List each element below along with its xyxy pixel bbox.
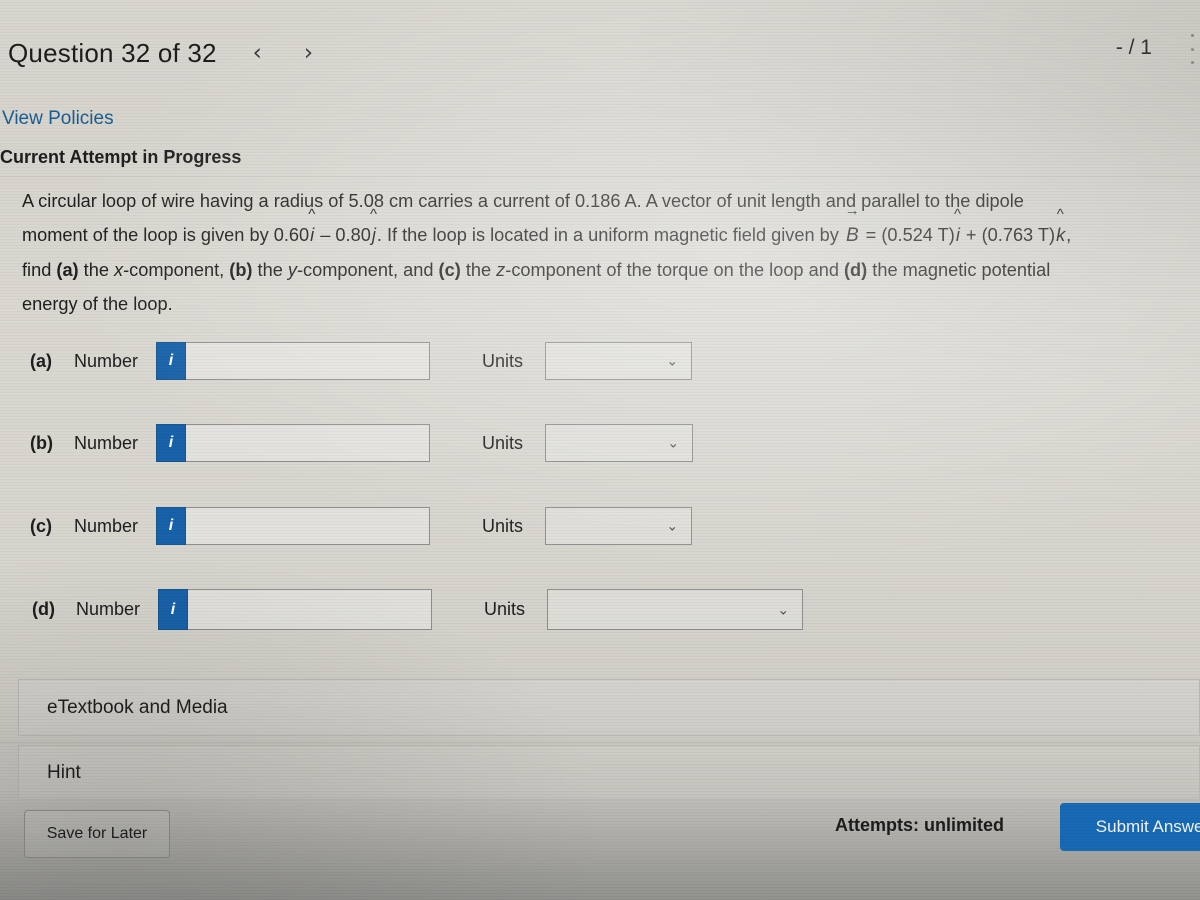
part-label-a: (a) (30, 350, 52, 371)
part-label-b: (b) (30, 432, 53, 453)
question-page: Question 32 of 32 ‹ › - / 1 View Policie… (0, 0, 1200, 900)
more-options-icon[interactable] (1186, 34, 1198, 64)
problem-line2-part-f: , (1066, 225, 1072, 245)
problem-line3-part-f: the (460, 260, 497, 280)
problem-line2-part-b: – 0.80 (315, 225, 371, 245)
info-icon-d[interactable]: i (158, 589, 189, 630)
units-label-d: Units (484, 599, 526, 619)
number-label-a: Number (74, 350, 139, 371)
chevron-down-icon-a: ⌄ (666, 352, 679, 369)
attempt-status-label: Current Attempt in Progress (0, 147, 242, 167)
part-label-c-inline: (c) (438, 260, 461, 280)
divider-mid (0, 742, 1200, 743)
question-header: Question 32 of 32 ‹ › (8, 38, 313, 69)
question-nav: ‹ › (253, 42, 313, 65)
part-label-d-inline: (d) (844, 260, 868, 280)
attempts-label: Attempts: unlimited (835, 815, 1004, 835)
units-select-d[interactable]: ⌄ (547, 589, 804, 630)
etextbook-and-media-panel[interactable]: eTextbook and Media (18, 679, 1200, 736)
problem-line-1: A circular loop of wire having a radius … (22, 191, 1024, 211)
number-input-c[interactable] (186, 507, 431, 545)
chevron-down-icon-b: ⌄ (667, 434, 680, 451)
unit-vector-i-icon: i (309, 218, 315, 252)
problem-line3-part-c: -component, (123, 260, 230, 280)
number-field-group-d: i (158, 589, 433, 630)
units-select-b[interactable]: ⌄ (545, 424, 694, 462)
problem-line3-part-e: -component, and (296, 260, 439, 280)
chevron-down-icon-c: ⌄ (666, 517, 679, 534)
unit-vector-i2-icon: i (955, 218, 961, 252)
number-field-group-c: i (156, 507, 431, 545)
part-label-d: (d) (32, 599, 55, 619)
problem-line3-part-a: find (22, 260, 57, 280)
problem-line-2: moment of the loop is given by 0.60i – 0… (22, 218, 1182, 253)
hint-label: Hint (47, 761, 81, 783)
etextbook-and-media-label: eTextbook and Media (47, 696, 228, 718)
score-display: - / 1 (1115, 36, 1152, 59)
units-select-c[interactable]: ⌄ (545, 507, 693, 545)
number-input-a[interactable] (186, 342, 431, 380)
units-select-a[interactable]: ⌄ (545, 342, 693, 380)
number-field-group-b: i (156, 424, 431, 462)
axis-x-inline: x (114, 260, 124, 280)
view-policies-link[interactable]: View Policies (2, 108, 114, 130)
units-label-c: Units (482, 515, 524, 536)
problem-line3-part-b: the (78, 260, 115, 280)
problem-line3-part-g: -component of the torque on the loop and (505, 260, 844, 280)
part-label-c: (c) (30, 515, 52, 536)
save-for-later-button[interactable]: Save for Later (24, 810, 170, 858)
page-title: Question 32 of 32 (8, 38, 217, 68)
problem-line2-part-a: moment of the loop is given by 0.60 (22, 225, 310, 245)
problem-line-4: energy of the loop. (22, 294, 173, 314)
unit-vector-k-icon: k (1055, 218, 1066, 252)
next-question-icon[interactable]: › (304, 42, 313, 65)
number-label-b: Number (74, 432, 139, 453)
number-label-c: Number (74, 515, 139, 536)
problem-line-3: find (a) the x-component, (b) the y-comp… (22, 253, 1182, 287)
answer-row-a: (a) Number i Units ⌄ (30, 342, 693, 380)
problem-line2-part-d: = (0.524 T) (860, 225, 955, 245)
unit-vector-j-icon: j (371, 218, 377, 252)
part-label-b-inline: (b) (229, 260, 253, 280)
answer-row-b: (b) Number i Units ⌄ (30, 424, 694, 462)
hint-panel[interactable]: Hint (18, 745, 1200, 800)
units-label-b: Units (482, 432, 524, 453)
submit-answer-button[interactable]: Submit Answer (1060, 803, 1200, 851)
number-label-d: Number (76, 599, 141, 619)
number-input-b[interactable] (186, 424, 431, 462)
problem-line3-part-h: the magnetic potential (867, 260, 1051, 280)
part-label-a-inline: (a) (56, 260, 79, 280)
info-icon-b[interactable]: i (156, 424, 187, 462)
axis-z-inline: z (496, 260, 506, 280)
answer-row-d: (d) Number i Units ⌄ (32, 589, 804, 630)
problem-line2-part-e: + (0.763 T) (960, 225, 1056, 245)
axis-y-inline: y (287, 260, 297, 280)
problem-statement: A circular loop of wire having a radius … (22, 184, 1182, 321)
problem-line2-part-c: . If the loop is located in a uniform ma… (376, 225, 844, 245)
vector-b-icon: B (844, 219, 861, 253)
divider-top (0, 176, 1200, 177)
info-icon-c[interactable]: i (156, 507, 187, 545)
number-field-group-a: i (156, 342, 431, 380)
problem-line3-part-d: the (252, 260, 288, 280)
info-icon-a[interactable]: i (156, 342, 187, 380)
answer-row-c: (c) Number i Units ⌄ (30, 507, 693, 545)
units-label-a: Units (482, 350, 524, 371)
prev-question-icon[interactable]: ‹ (253, 42, 262, 65)
divider-bottom (0, 874, 1200, 875)
chevron-down-icon-d: ⌄ (777, 600, 790, 617)
number-input-d[interactable] (188, 589, 433, 630)
